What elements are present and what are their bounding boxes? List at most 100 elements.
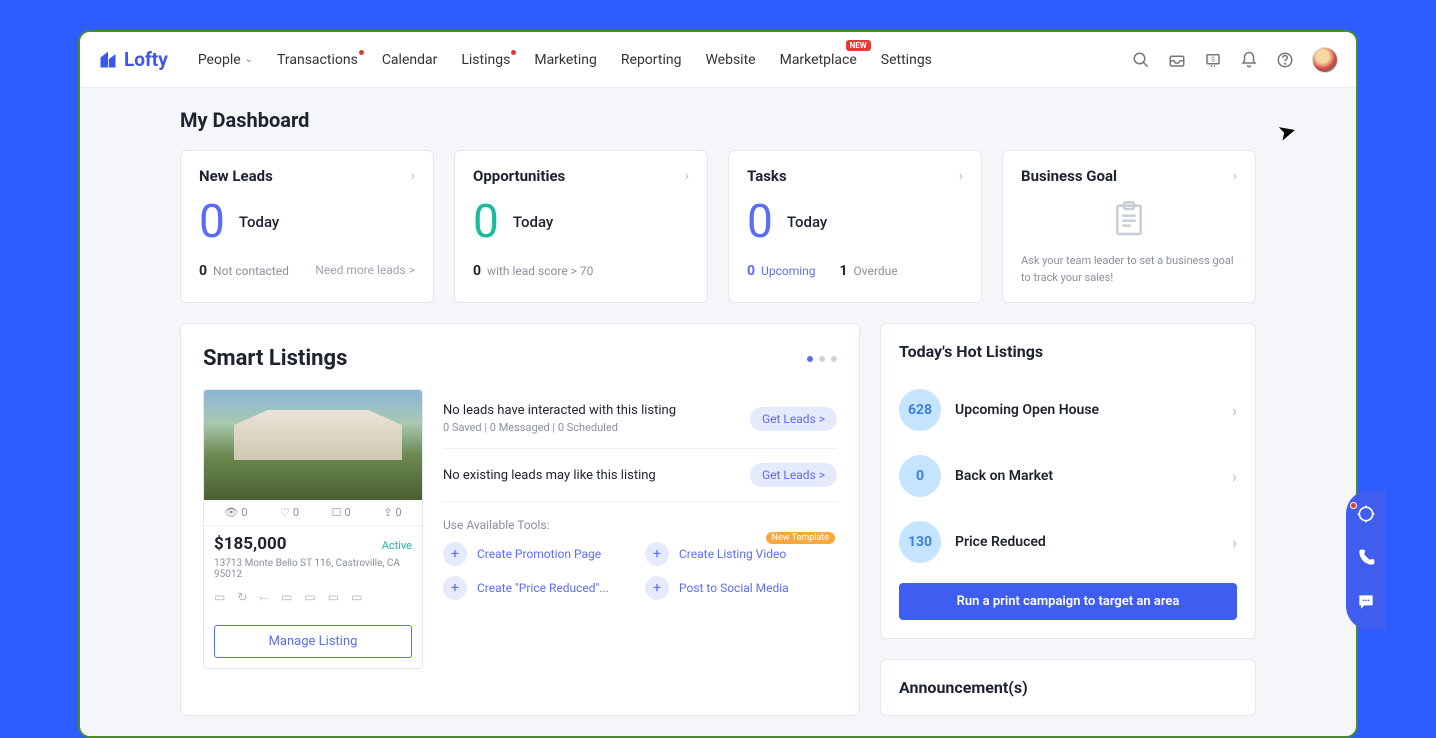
card-business-goal[interactable]: Business Goal › Ask your team leader to … <box>1002 150 1256 303</box>
carousel-dots[interactable] <box>807 356 837 362</box>
need-leads-link[interactable]: Need more leads > <box>315 263 415 279</box>
views-stat: 👁 0 <box>224 506 247 519</box>
search-icon[interactable] <box>1132 51 1150 69</box>
listing-right-col: No leads have interacted with this listi… <box>443 389 837 669</box>
hot-listings-title: Today's Hot Listings <box>899 342 1237 361</box>
nav-listings[interactable]: Listings <box>461 52 510 68</box>
lead-row: No leads have interacted with this listi… <box>443 389 837 449</box>
card-tasks[interactable]: Tasks › 0 Today 0 Upcoming 1 Overdue <box>728 150 982 303</box>
nav-settings[interactable]: Settings <box>881 52 932 68</box>
listing-stats: 👁 0 ♡ 0 ☐ 0 ⇪ 0 <box>204 500 422 526</box>
chevron-right-icon: › <box>959 168 963 184</box>
chevron-down-icon: ⌄ <box>245 54 253 65</box>
payment-icon[interactable]: $ <box>1204 51 1222 69</box>
listing-status: Active <box>382 539 412 552</box>
card-opportunities[interactable]: Opportunities › 0 Today 0 with lead scor… <box>454 150 708 303</box>
row-2: Smart Listings 👁 0 ♡ 0 ☐ 0 <box>180 323 1256 716</box>
nav-calendar[interactable]: Calendar <box>382 52 438 68</box>
card-title: Opportunities <box>473 167 565 185</box>
inbox-icon[interactable] <box>1168 51 1186 69</box>
floating-action-panel <box>1346 490 1386 630</box>
card-title: New Leads <box>199 167 273 185</box>
lead-row: No existing leads may like this listing … <box>443 449 837 502</box>
notification-dot <box>1350 502 1357 509</box>
logo-icon <box>98 50 118 70</box>
chevron-right-icon: › <box>685 168 689 184</box>
network-icon[interactable]: ⤚ <box>259 590 269 605</box>
tool-create-promotion[interactable]: + Create Promotion Page <box>443 542 635 566</box>
plus-icon: + <box>645 542 669 566</box>
side-column: Today's Hot Listings 628 Upcoming Open H… <box>880 323 1256 716</box>
content: My Dashboard New Leads › 0 Today 0 Not c… <box>80 88 1356 736</box>
count-bubble: 130 <box>899 521 941 563</box>
nav-marketplace[interactable]: Marketplace NEW <box>780 52 857 68</box>
count-bubble: 0 <box>899 455 941 497</box>
stat-value: 0 <box>473 199 499 245</box>
get-leads-button[interactable]: Get Leads > <box>750 407 837 431</box>
brand-name: Lofty <box>124 48 168 71</box>
plus-icon: + <box>443 576 467 600</box>
stat-value: 0 <box>199 199 225 245</box>
help-icon[interactable] <box>1276 51 1294 69</box>
chevron-right-icon: › <box>1232 533 1237 552</box>
print-icon[interactable]: ▭ <box>328 590 339 605</box>
avatar[interactable] <box>1312 47 1338 73</box>
dot-active[interactable] <box>807 356 813 362</box>
listing-image[interactable] <box>204 390 422 500</box>
notification-dot <box>511 50 516 55</box>
plus-icon: + <box>443 542 467 566</box>
phone-icon[interactable] <box>1354 548 1378 572</box>
nav-people[interactable]: People ⌄ <box>198 52 253 68</box>
notification-dot <box>359 50 364 55</box>
hot-row-open-house[interactable]: 628 Upcoming Open House › <box>899 377 1237 443</box>
hot-row-price-reduced[interactable]: 130 Price Reduced › <box>899 509 1237 575</box>
tool-price-reduced[interactable]: + Create "Price Reduced"... <box>443 576 635 600</box>
ad-icon[interactable]: ▭ <box>214 590 225 605</box>
chat-icon[interactable] <box>1354 592 1378 616</box>
hot-row-back-on-market[interactable]: 0 Back on Market › <box>899 443 1237 509</box>
manage-listing-button[interactable]: Manage Listing <box>214 625 412 658</box>
svg-text:$: $ <box>1211 55 1215 63</box>
nav-reporting[interactable]: Reporting <box>621 52 682 68</box>
nav-transactions[interactable]: Transactions <box>277 52 358 68</box>
dot[interactable] <box>831 356 837 362</box>
tool-create-video[interactable]: + Create Listing Video New Template <box>645 542 837 566</box>
print-campaign-button[interactable]: Run a print campaign to target an area <box>899 583 1237 620</box>
upcoming-link[interactable]: Upcoming <box>761 264 815 278</box>
share-icon[interactable]: ↻ <box>237 590 247 605</box>
nav-items: People ⌄ Transactions Calendar Listings … <box>198 52 1132 68</box>
clipboard-icon <box>1021 199 1237 243</box>
chevron-right-icon: › <box>1232 467 1237 486</box>
announcements-panel: Announcement(s) <box>880 659 1256 716</box>
stat-period: Today <box>239 213 279 231</box>
get-leads-button[interactable]: Get Leads > <box>750 463 837 487</box>
count-bubble: 628 <box>899 389 941 431</box>
goal-text: Ask your team leader to set a business g… <box>1021 253 1237 286</box>
top-nav: Lofty People ⌄ Transactions Calendar Lis… <box>80 32 1356 88</box>
card-title: Business Goal <box>1021 167 1117 185</box>
stat-period: Today <box>787 213 827 231</box>
nav-marketing[interactable]: Marketing <box>534 52 597 68</box>
nav-website[interactable]: Website <box>705 52 755 68</box>
card-title: Tasks <box>747 167 787 185</box>
app-frame: Lofty People ⌄ Transactions Calendar Lis… <box>78 30 1358 738</box>
card-icon[interactable]: ▭ <box>351 590 362 605</box>
bell-icon[interactable] <box>1240 51 1258 69</box>
dot[interactable] <box>819 356 825 362</box>
smart-listings-title: Smart Listings <box>203 346 347 371</box>
support-icon[interactable] <box>1354 504 1378 528</box>
logo[interactable]: Lofty <box>98 48 168 71</box>
plus-icon: + <box>645 576 669 600</box>
tools-label: Use Available Tools: <box>443 518 837 532</box>
tool-grid: + Create Promotion Page + Create Listing… <box>443 542 837 600</box>
card-new-leads[interactable]: New Leads › 0 Today 0 Not contacted Need… <box>180 150 434 303</box>
overdue-label: Overdue <box>854 264 898 278</box>
doc-icon[interactable]: ▭ <box>304 590 315 605</box>
stat-value: 0 <box>747 199 773 245</box>
chevron-right-icon: › <box>411 168 415 184</box>
listing-card: 👁 0 ♡ 0 ☐ 0 ⇪ 0 $185,000 Active 13713 Mo… <box>203 389 423 669</box>
hot-listings-panel: Today's Hot Listings 628 Upcoming Open H… <box>880 323 1256 639</box>
smart-listings-panel: Smart Listings 👁 0 ♡ 0 ☐ 0 <box>180 323 860 716</box>
tool-post-social[interactable]: + Post to Social Media <box>645 576 837 600</box>
folder-icon[interactable]: ▭ <box>281 590 292 605</box>
